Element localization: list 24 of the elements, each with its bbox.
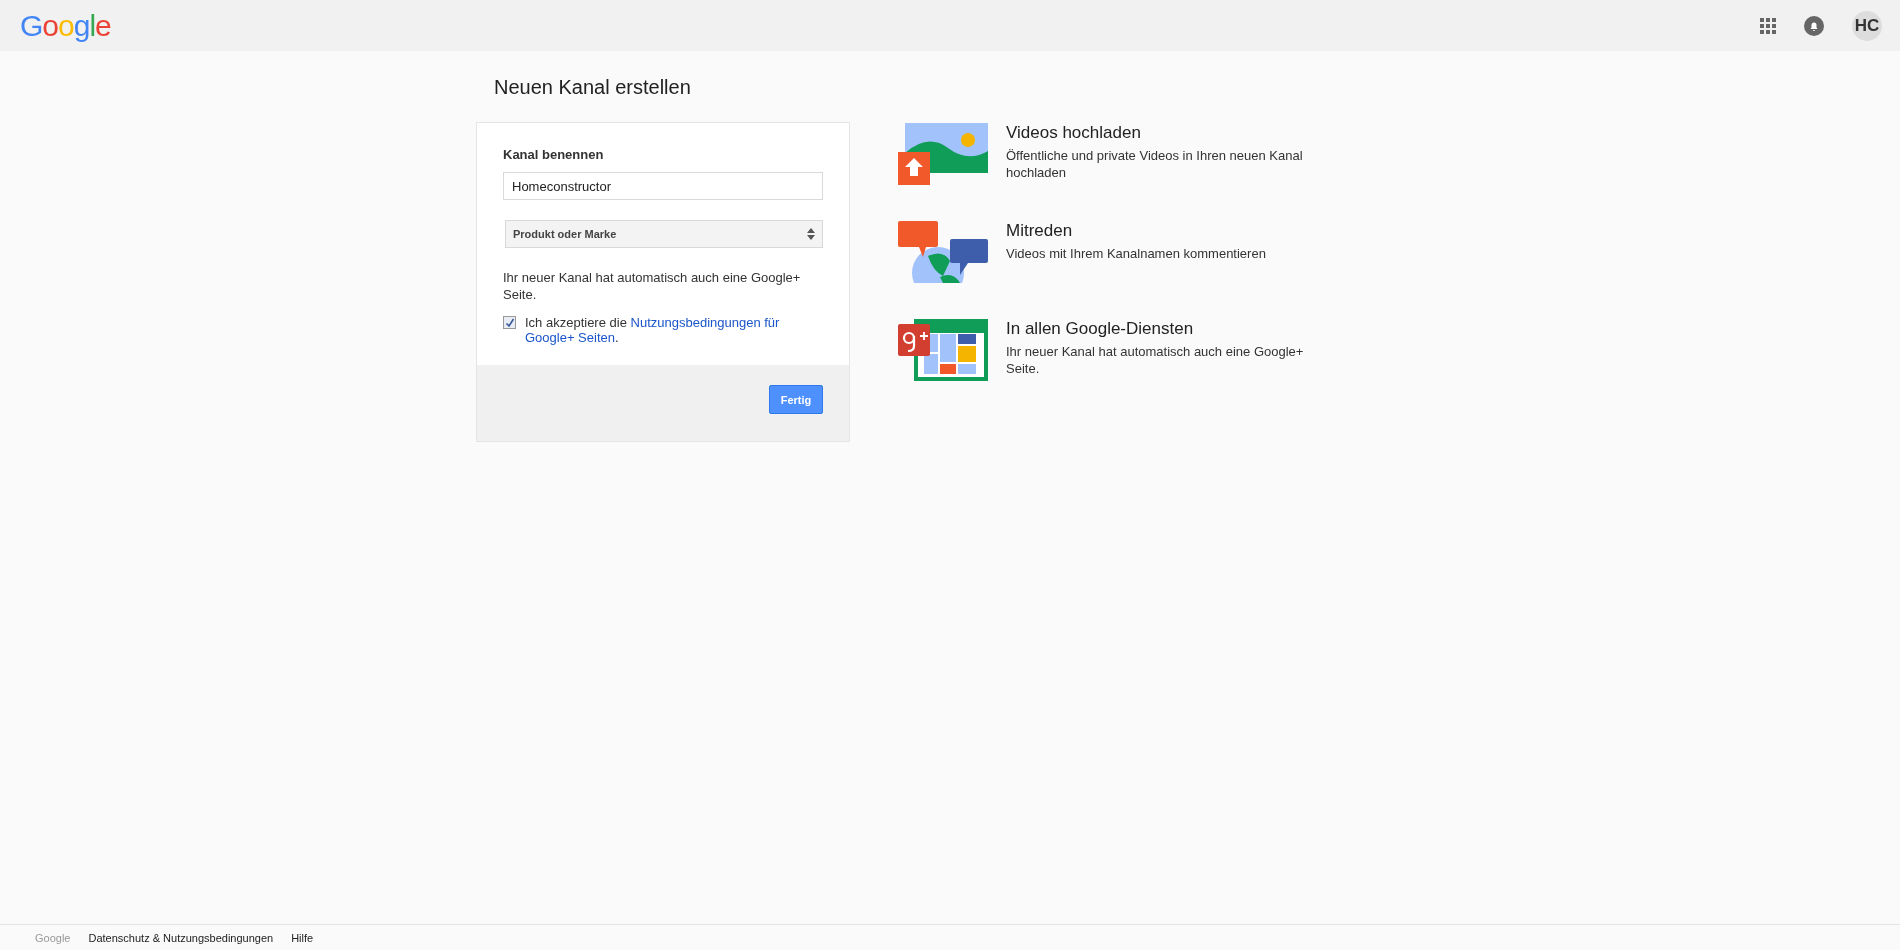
info-text: Ihr neuer Kanal hat automatisch auch eine Google+ Seite. bbox=[503, 269, 802, 303]
sort-arrows-icon bbox=[807, 228, 815, 240]
category-select[interactable]: Produkt oder Marke bbox=[505, 220, 823, 248]
feature-description: Öffentliche und private Videos in Ihren neuen Kanal hochladen bbox=[1006, 147, 1304, 181]
terms-link[interactable]: Nutzungsbedingungen für bbox=[630, 315, 780, 330]
notification-bell-icon[interactable] bbox=[1804, 15, 1824, 36]
feature-title: In allen Google-Diensten bbox=[1006, 319, 1195, 339]
page-title: Neuen Kanal erstellen bbox=[494, 76, 692, 99]
field-label: Kanal benennen bbox=[503, 147, 605, 162]
footer-link[interactable]: Datenschutz & Nutzungsbedingungen bbox=[88, 931, 274, 944]
feature-title: Mitreden bbox=[1006, 221, 1074, 241]
feature-description: Videos mit Ihrem Kanalnamen kommentieren bbox=[1006, 245, 1267, 262]
footer-link[interactable]: Hilfe bbox=[291, 931, 314, 944]
terms-text: Ich akzeptiere die Nutzungsbedingungen für Google+ Seiten. bbox=[525, 315, 780, 345]
channel-name-field[interactable]: Homeconstructor bbox=[503, 172, 823, 200]
terms-checkbox[interactable] bbox=[503, 316, 516, 329]
terms-link[interactable]: Google+ Seiten bbox=[525, 330, 615, 345]
speech-bubbles-globe-icon bbox=[898, 221, 988, 283]
google-plus-page-icon bbox=[898, 319, 988, 381]
apps-grid-icon[interactable] bbox=[1760, 17, 1776, 34]
avatar[interactable]: HC bbox=[1852, 10, 1882, 41]
feature-title: Videos hochladen bbox=[1006, 123, 1142, 143]
landscape-upload-icon bbox=[898, 123, 988, 185]
feature-description: Ihr neuer Kanal hat automatisch auch eine Google+ Seite. bbox=[1006, 343, 1305, 377]
